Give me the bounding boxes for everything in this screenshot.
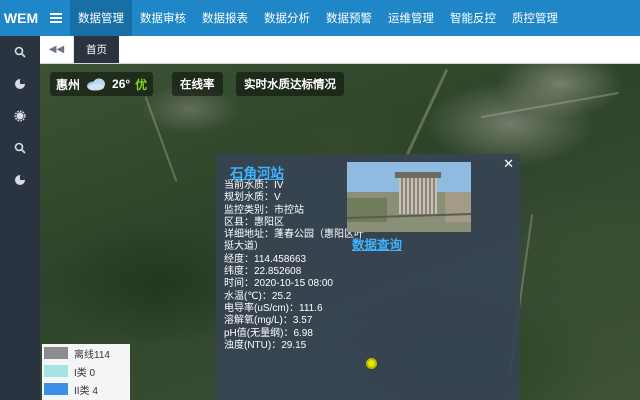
nav-item-data-audit[interactable]: 数据审核 — [132, 0, 194, 36]
info-latitude: 纬度：22.852608 — [224, 266, 302, 278]
legend-item: I类 0 — [42, 362, 130, 380]
search-icon[interactable] — [0, 36, 40, 68]
map-road — [480, 91, 620, 119]
info-conductivity: 电导率(uS/cm)：111.6 — [224, 302, 323, 314]
nav-item-data-analysis[interactable]: 数据分析 — [256, 0, 318, 36]
station-marker[interactable] — [366, 358, 377, 369]
city-name: 惠州 — [56, 77, 81, 92]
info-dissolved-oxygen: 溶解氧(mg/L)：3.57 — [224, 315, 313, 327]
legend-item: 离线114 — [42, 344, 130, 362]
info-district: 区县：惠阳区 — [224, 216, 284, 228]
legend-label: 离线114 — [74, 349, 110, 361]
weather-widget: 惠州 26° 优 — [50, 72, 154, 96]
app-logo: WEM — [3, 10, 39, 26]
gear-icon[interactable] — [0, 100, 40, 132]
nav-item-smart-control[interactable]: 智能反控 — [442, 0, 504, 36]
info-current-quality: 当前水质：IV — [224, 180, 284, 191]
info-longitude: 经度：114.458663 — [224, 253, 307, 265]
station-name-link[interactable]: 石角河站 — [230, 162, 284, 182]
station-photo — [347, 162, 471, 232]
info-ph: pH值(无量纲)：6.98 — [224, 327, 313, 339]
tab-scroll-left-icon[interactable]: ◀◀ — [40, 36, 74, 63]
nav-item-quality-control[interactable]: 质控管理 — [504, 0, 566, 36]
info-monitor-type: 监控类别：市控站 — [224, 204, 304, 216]
station-info: 当前水质：IV 规划水质：V 监控类别：市控站 区县：惠阳区 详细地址：蓬春公园… — [224, 180, 366, 352]
map-view[interactable]: 惠州 26° 优 在线率 实时水质达标情况 ✕ 石角河站 当前水质：IV 规划水… — [40, 64, 640, 400]
close-icon[interactable]: ✕ — [503, 156, 514, 172]
temperature: 26° — [112, 77, 131, 91]
nav-item-data-alert[interactable]: 数据预警 — [318, 0, 380, 36]
realtime-quality-button[interactable]: 实时水质达标情况 — [236, 72, 344, 96]
map-legend: 离线114 I类 0 II类 4 — [42, 344, 130, 400]
menu-toggle-icon[interactable] — [42, 0, 70, 36]
map-road — [144, 96, 178, 182]
pie-chart-icon[interactable] — [0, 68, 40, 100]
info-water-temp: 水温(℃)：25.2 — [224, 290, 292, 302]
cloud-icon — [85, 77, 107, 91]
online-rate-button[interactable]: 在线率 — [172, 72, 223, 96]
search-icon[interactable] — [0, 132, 40, 164]
tab-bar: ◀◀ 首页 — [40, 36, 640, 64]
pie-chart-icon[interactable] — [0, 164, 40, 196]
top-bar: WEM 数据管理 数据审核 数据报表 数据分析 数据预警 运维管理 智能反控 质… — [0, 0, 640, 36]
nav-item-data-report[interactable]: 数据报表 — [194, 0, 256, 36]
main-nav: 数据管理 数据审核 数据报表 数据分析 数据预警 运维管理 智能反控 质控管理 — [70, 0, 566, 36]
legend-label: I类 0 — [74, 367, 96, 379]
info-turbidity: 浊度(NTU)：29.15 — [224, 339, 307, 351]
info-address: 详细地址：蓬春公园（惠阳区叶挺大道） — [224, 229, 364, 253]
nav-item-data-management[interactable]: 数据管理 — [70, 0, 132, 36]
nav-item-operations[interactable]: 运维管理 — [380, 0, 442, 36]
air-quality-badge: 优 — [135, 77, 148, 92]
legend-label: II类 4 — [74, 385, 98, 397]
legend-swatch — [44, 347, 68, 359]
tab-home[interactable]: 首页 — [74, 36, 119, 63]
left-rail — [0, 36, 40, 400]
legend-swatch — [44, 383, 68, 395]
info-time: 时间：2020-10-15 08:00 — [224, 278, 333, 290]
data-query-link[interactable]: 数据查询 — [352, 234, 402, 253]
info-planned-quality: 规划水质：V — [224, 192, 281, 204]
legend-item: II类 4 — [42, 380, 130, 398]
legend-swatch — [44, 365, 68, 377]
